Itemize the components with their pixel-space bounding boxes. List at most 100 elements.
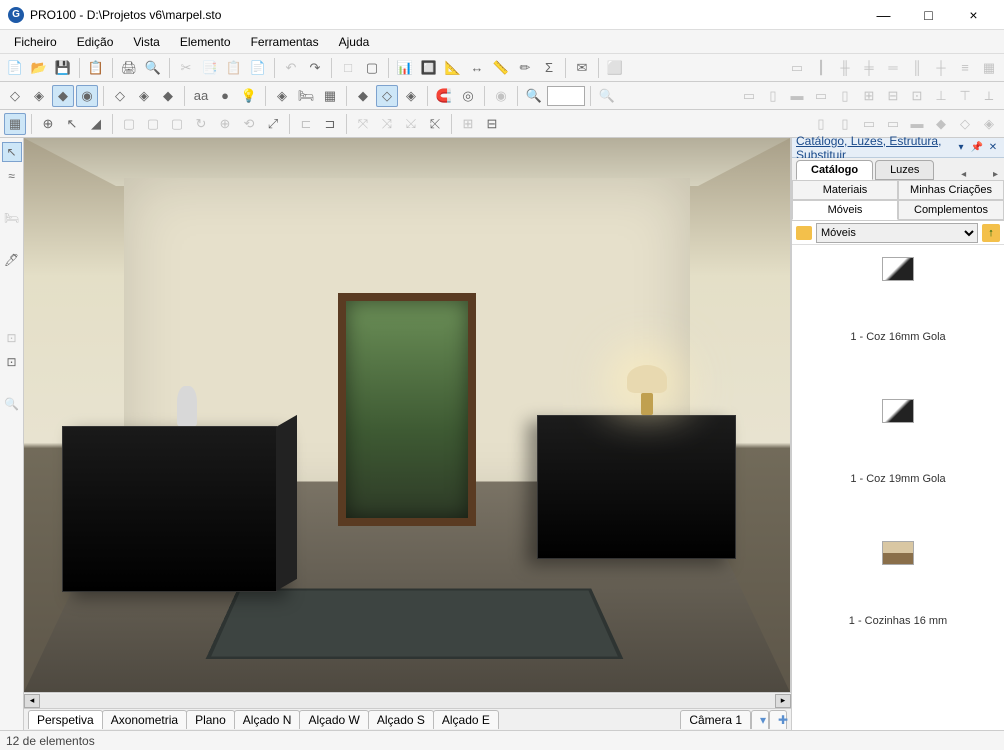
catalog-item[interactable]: 1 - Coz 16mm Gola — [792, 251, 1004, 393]
toolbar-button[interactable]: ✉ — [571, 57, 593, 79]
minimize-button[interactable]: — — [861, 0, 906, 30]
catalog-item[interactable]: 1 - Cozinhas 16 mm — [792, 535, 1004, 677]
path-select[interactable]: Móveis — [816, 223, 978, 243]
toolbar-button[interactable]: ⬜ — [604, 57, 626, 79]
left-tool-button[interactable]: ⊡ — [2, 352, 22, 372]
toolbar-button[interactable]: 🖨 — [118, 57, 140, 79]
tab-alcado-n[interactable]: Alçado N — [234, 710, 301, 729]
scroll-left-button[interactable]: ◂ — [24, 694, 40, 708]
toolbar-button[interactable]: ◈ — [400, 85, 422, 107]
toolbar-button[interactable]: ◇ — [4, 85, 26, 107]
toolbar-button[interactable]: ⊐ — [319, 113, 341, 135]
catalog-thumb-icon — [882, 399, 914, 423]
toolbar-button[interactable]: ↖ — [61, 113, 83, 135]
catalog-item[interactable]: 1 - Coz 19mm Gola — [792, 393, 1004, 535]
toolbar-button[interactable]: aa — [190, 85, 212, 107]
toolbar-button: ▭ — [882, 113, 904, 135]
toolbar-button[interactable]: 🔍 — [142, 57, 164, 79]
toolbar-button[interactable]: 💾 — [52, 57, 74, 79]
folder-icon — [796, 226, 812, 240]
menu-ajuda[interactable]: Ajuda — [329, 33, 380, 51]
subtab-minhas-criacoes[interactable]: Minhas Criações — [898, 180, 1004, 200]
toolbar-button[interactable]: ◎ — [457, 85, 479, 107]
toolbar-button[interactable]: 📊 — [394, 57, 416, 79]
toolbar-button[interactable]: ◈ — [133, 85, 155, 107]
toolbar-button[interactable]: ✏ — [514, 57, 536, 79]
toolbar-button[interactable]: ◇ — [376, 85, 398, 107]
title-bar: G PRO100 - D:\Projetos v6\marpel.sto — □… — [0, 0, 1004, 30]
toolbar-button[interactable]: 📄 — [247, 57, 269, 79]
toolbar-button[interactable]: 🛏 — [295, 85, 317, 107]
toolbar-button[interactable]: ◆ — [157, 85, 179, 107]
toolbar-button[interactable]: ◆ — [352, 85, 374, 107]
add-view-button[interactable]: ✚ — [769, 710, 787, 729]
menu-elemento[interactable]: Elemento — [170, 33, 241, 51]
toolbar-button[interactable]: ⤪ — [424, 113, 446, 135]
toolbar-button[interactable]: ● — [214, 85, 236, 107]
toolbar-button[interactable]: 🧲 — [433, 85, 455, 107]
menu-ferramentas[interactable]: Ferramentas — [241, 33, 329, 51]
tab-luzes[interactable]: Luzes — [875, 160, 934, 180]
toolbar-button: ▢ — [166, 113, 188, 135]
toolbar-button[interactable]: 🔍 — [523, 85, 545, 107]
tab-perspetiva[interactable]: Perspetiva — [28, 710, 103, 729]
toolbar-button[interactable]: ↷ — [304, 57, 326, 79]
tab-alcado-w[interactable]: Alçado W — [299, 710, 368, 729]
toolbar-button[interactable]: ⤢ — [262, 113, 284, 135]
toolbar-button: ▯ — [762, 85, 784, 107]
subtab-materiais[interactable]: Materiais — [792, 180, 898, 200]
catalog-list[interactable]: 1 - Coz 16mm Gola 1 - Coz 19mm Gola 1 - … — [792, 245, 1004, 730]
toolbar-button[interactable]: ◈ — [28, 85, 50, 107]
scene-rug — [206, 589, 624, 659]
toolbar-button[interactable]: ▦ — [4, 113, 26, 135]
toolbar-button[interactable]: ◢ — [85, 113, 107, 135]
left-tool-button[interactable]: ↖ — [2, 142, 22, 162]
tabs-nav-right[interactable]: ▸ — [991, 169, 1000, 180]
viewport-3d[interactable] — [24, 138, 791, 692]
toolbar-button[interactable]: ◇ — [109, 85, 131, 107]
toolbar-button[interactable]: 📄 — [4, 57, 26, 79]
maximize-button[interactable]: □ — [906, 0, 951, 30]
toolbar-button[interactable]: ⊕ — [37, 113, 59, 135]
toolbar-combo[interactable] — [547, 86, 585, 106]
close-button[interactable]: × — [951, 0, 996, 30]
menu-edicao[interactable]: Edição — [67, 33, 124, 51]
tab-axonometria[interactable]: Axonometria — [102, 710, 187, 729]
menu-vista[interactable]: Vista — [123, 33, 169, 51]
tab-catalogo[interactable]: Catálogo — [796, 160, 873, 180]
toolbar-button: ⊡ — [906, 85, 928, 107]
toolbar-button[interactable]: 📐 — [442, 57, 464, 79]
horizontal-scrollbar[interactable]: ◂ ▸ — [24, 692, 791, 708]
scroll-track[interactable] — [40, 694, 775, 708]
toolbar-button[interactable]: 🔲 — [418, 57, 440, 79]
toolbar-button[interactable]: 📋 — [85, 57, 107, 79]
toolbar-button[interactable]: ◆ — [52, 85, 74, 107]
left-tool-button[interactable]: ≈ — [2, 166, 22, 186]
catalog-thumb-icon — [882, 257, 914, 281]
toolbar-button[interactable]: ⊟ — [481, 113, 503, 135]
panel-pin-icon[interactable]: 📌 — [970, 142, 984, 153]
tab-camera[interactable]: Câmera 1 — [680, 710, 751, 729]
subtab-moveis[interactable]: Móveis — [792, 200, 898, 220]
panel-dropdown-icon[interactable]: ▾ — [954, 142, 968, 153]
toolbar-button[interactable]: 💡 — [238, 85, 260, 107]
folder-up-button[interactable]: ↑ — [982, 224, 1000, 242]
toolbar-button[interactable]: ▢ — [361, 57, 383, 79]
scroll-right-button[interactable]: ▸ — [775, 694, 791, 708]
panel-close-icon[interactable]: ✕ — [986, 142, 1000, 153]
camera-dropdown[interactable]: ▾ — [751, 710, 769, 729]
toolbar-button[interactable]: 📏 — [490, 57, 512, 79]
toolbar-button[interactable]: 📂 — [28, 57, 50, 79]
tabs-nav-left[interactable]: ◂ — [959, 169, 968, 180]
subtab-complementos[interactable]: Complementos — [898, 200, 1004, 220]
tab-plano[interactable]: Plano — [186, 710, 235, 729]
toolbar-button[interactable]: Σ — [538, 57, 560, 79]
left-tool-button[interactable]: 🖊 — [2, 250, 22, 270]
menu-ficheiro[interactable]: Ficheiro — [4, 33, 67, 51]
toolbar-button[interactable]: ▦ — [319, 85, 341, 107]
tab-alcado-s[interactable]: Alçado S — [368, 710, 434, 729]
tab-alcado-e[interactable]: Alçado E — [433, 710, 499, 729]
toolbar-button[interactable]: ↔ — [466, 57, 488, 79]
toolbar-button[interactable]: ◉ — [76, 85, 98, 107]
toolbar-button[interactable]: ◈ — [271, 85, 293, 107]
